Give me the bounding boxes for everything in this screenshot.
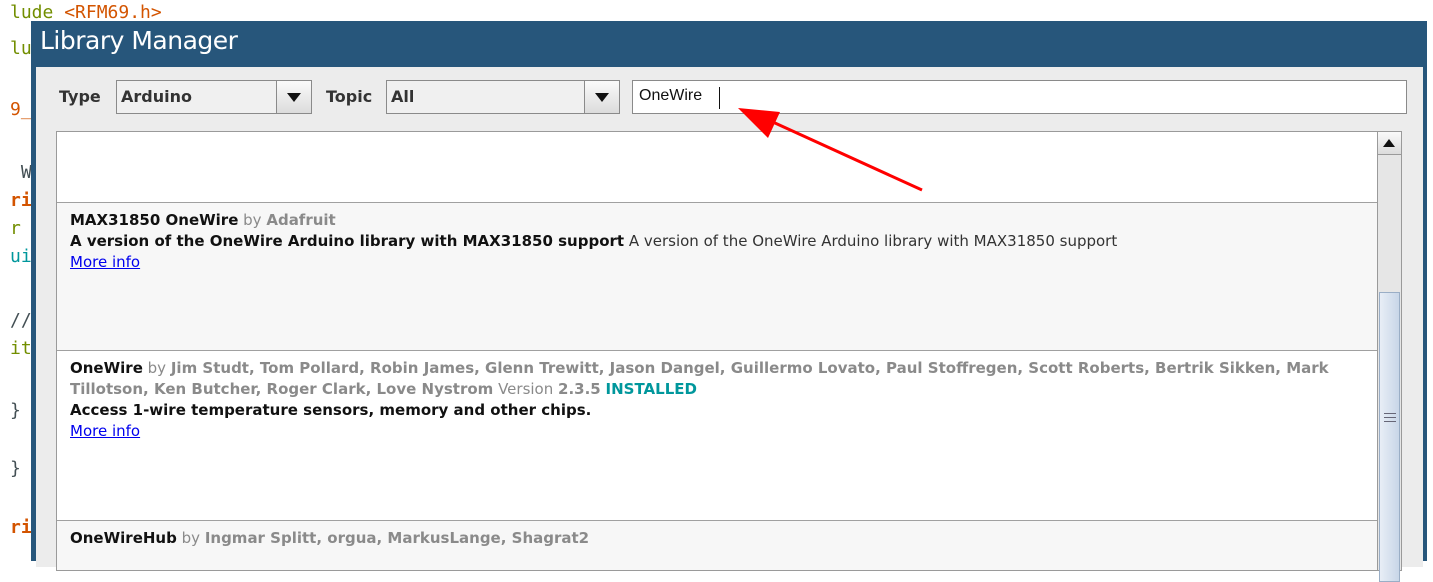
arrow-head	[738, 108, 780, 138]
red-annotation-arrow	[738, 108, 923, 192]
arrow-shaft	[763, 116, 923, 192]
